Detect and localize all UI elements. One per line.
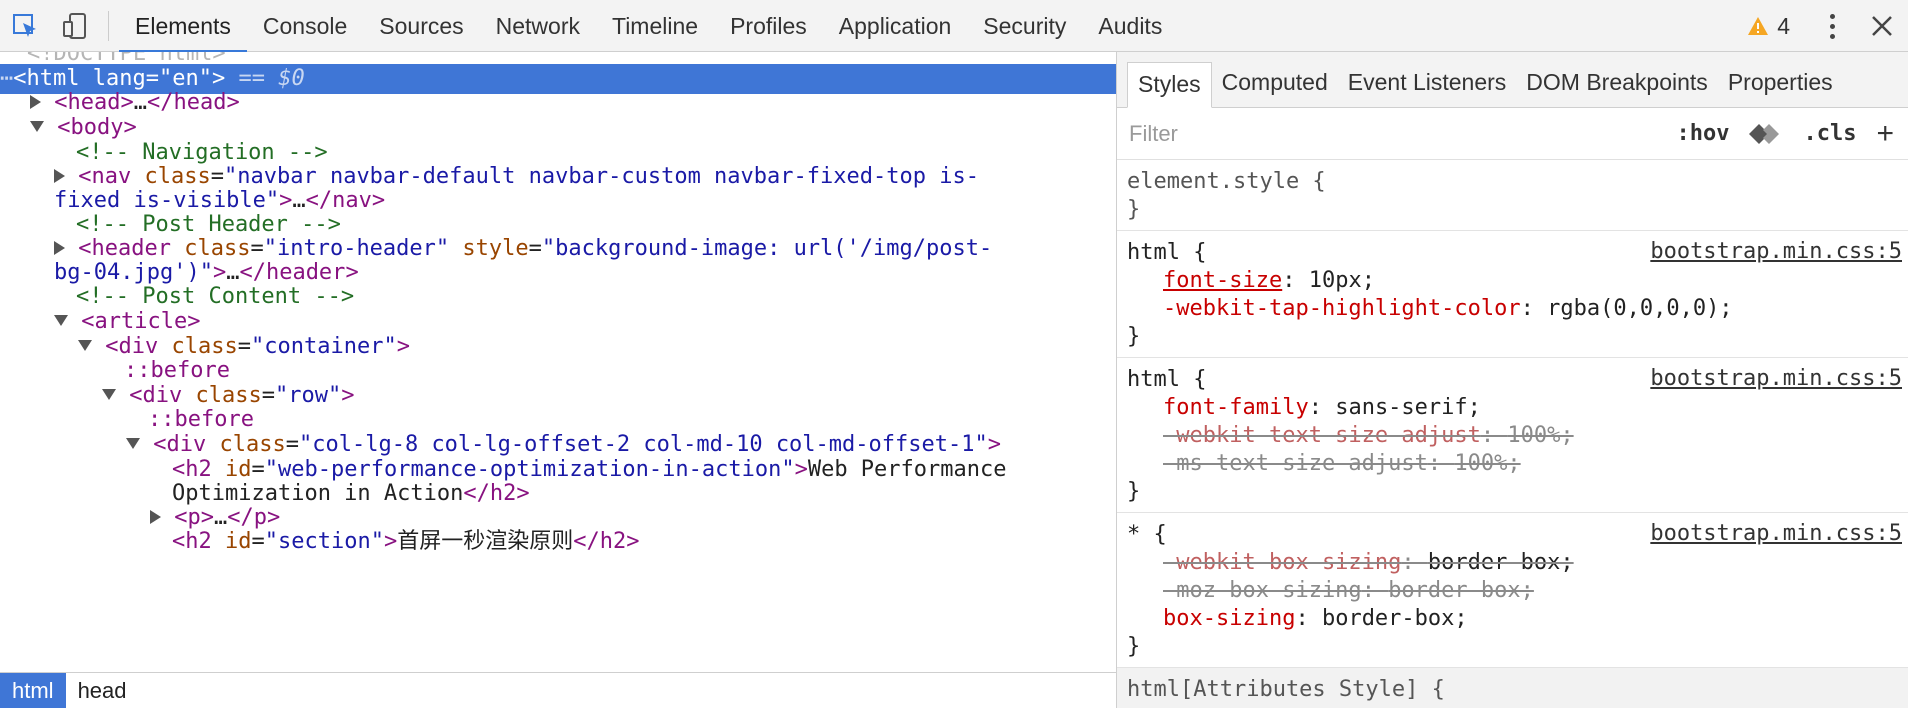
expand-icon[interactable] (30, 94, 41, 109)
warnings-counter[interactable]: 4 (1747, 13, 1808, 40)
expand-icon[interactable] (54, 240, 65, 255)
breadcrumb: html head (0, 672, 1116, 708)
dom-tree: <!DOCTYPE html> ⋯<html lang="en"> == $0 … (0, 52, 1116, 672)
more-options-icon[interactable] (1808, 0, 1856, 52)
tab-security[interactable]: Security (967, 0, 1082, 52)
new-style-rule-button[interactable]: + (1876, 118, 1894, 149)
tab-profiles[interactable]: Profiles (714, 0, 823, 52)
class-toggle[interactable]: .cls (1803, 121, 1856, 146)
style-rule-universal[interactable]: * { bootstrap.min.css:5 -webkit-box-sizi… (1117, 513, 1908, 668)
tab-computed[interactable]: Computed (1212, 61, 1338, 107)
tab-console[interactable]: Console (247, 0, 363, 52)
close-icon[interactable] (1856, 0, 1908, 52)
tab-dom-breakpoints[interactable]: DOM Breakpoints (1516, 61, 1718, 107)
css-declaration-overridden[interactable]: -moz-box-sizing: border-box; (1127, 577, 1908, 605)
tab-styles[interactable]: Styles (1127, 62, 1212, 108)
collapse-icon[interactable] (78, 340, 92, 351)
tab-audits[interactable]: Audits (1082, 0, 1178, 52)
tab-event-listeners[interactable]: Event Listeners (1338, 61, 1517, 107)
collapse-icon[interactable] (30, 121, 44, 132)
expand-icon[interactable] (54, 168, 65, 183)
style-rule-html-1[interactable]: html { bootstrap.min.css:5 font-size: 10… (1117, 231, 1908, 358)
breadcrumb-item-html[interactable]: html (0, 673, 66, 708)
tab-properties[interactable]: Properties (1718, 61, 1843, 107)
device-toolbar-icon[interactable] (50, 0, 100, 52)
tab-network[interactable]: Network (480, 0, 596, 52)
warning-count: 4 (1777, 12, 1790, 39)
styles-filter-bar: Filter :hov .cls + (1117, 108, 1908, 160)
color-format-icon[interactable] (1749, 122, 1783, 146)
collapse-icon[interactable] (54, 315, 68, 326)
expand-icon[interactable] (150, 509, 161, 524)
rule-close: } (1127, 479, 1141, 504)
rule-close: } (1127, 634, 1141, 659)
styles-sidebar: Styles Computed Event Listeners DOM Brea… (1117, 52, 1908, 708)
breadcrumb-item-head[interactable]: head (66, 673, 139, 708)
rule-close: } (1127, 197, 1141, 222)
css-declaration[interactable]: box-sizing: border-box; (1127, 605, 1908, 633)
main-tabs: Elements Console Sources Network Timelin… (119, 0, 1178, 52)
css-declaration-overridden[interactable]: -webkit-text-size-adjust: 100%; (1127, 422, 1908, 450)
tab-timeline[interactable]: Timeline (596, 0, 714, 52)
css-declaration-overridden[interactable]: -webkit-box-sizing: border-box; (1127, 549, 1908, 577)
style-rule-html-2[interactable]: html { bootstrap.min.css:5 font-family: … (1117, 358, 1908, 513)
tab-application[interactable]: Application (823, 0, 968, 52)
css-declaration[interactable]: -webkit-tap-highlight-color: rgba(0,0,0,… (1127, 295, 1908, 323)
css-declaration[interactable]: font-size: 10px; (1127, 267, 1908, 295)
rule-source-link[interactable]: bootstrap.min.css:5 (1650, 521, 1902, 546)
style-rule-element[interactable]: element.style { } (1117, 160, 1908, 231)
rule-source-link[interactable]: bootstrap.min.css:5 (1650, 366, 1902, 391)
rule-source-link[interactable]: bootstrap.min.css:5 (1650, 239, 1902, 264)
tab-elements[interactable]: Elements (119, 0, 247, 52)
rule-selector: html[Attributes Style] { (1127, 677, 1445, 702)
rule-close: } (1127, 324, 1141, 349)
dom-node-h2-section[interactable]: <h2 id="section">首屏一秒渲染原则</h2> (172, 527, 639, 557)
devtools-toolbar: Elements Console Sources Network Timelin… (0, 0, 1908, 52)
rule-selector: element.style { (1127, 169, 1326, 194)
toolbar-separator (108, 10, 109, 41)
filter-input[interactable]: Filter (1129, 121, 1677, 147)
sidebar-tabs: Styles Computed Event Listeners DOM Brea… (1117, 52, 1908, 108)
css-declaration-overridden[interactable]: -ms-text-size-adjust: 100%; (1127, 450, 1908, 478)
collapse-icon[interactable] (126, 438, 140, 449)
css-declaration[interactable]: font-family: sans-serif; (1127, 394, 1908, 422)
hover-state-toggle[interactable]: :hov (1677, 121, 1730, 146)
style-rule-attributes-style[interactable]: html[Attributes Style] { (1117, 668, 1908, 708)
collapse-icon[interactable] (102, 389, 116, 400)
inspect-element-icon[interactable] (0, 0, 50, 52)
tab-sources[interactable]: Sources (363, 0, 479, 52)
warning-icon (1748, 17, 1769, 35)
